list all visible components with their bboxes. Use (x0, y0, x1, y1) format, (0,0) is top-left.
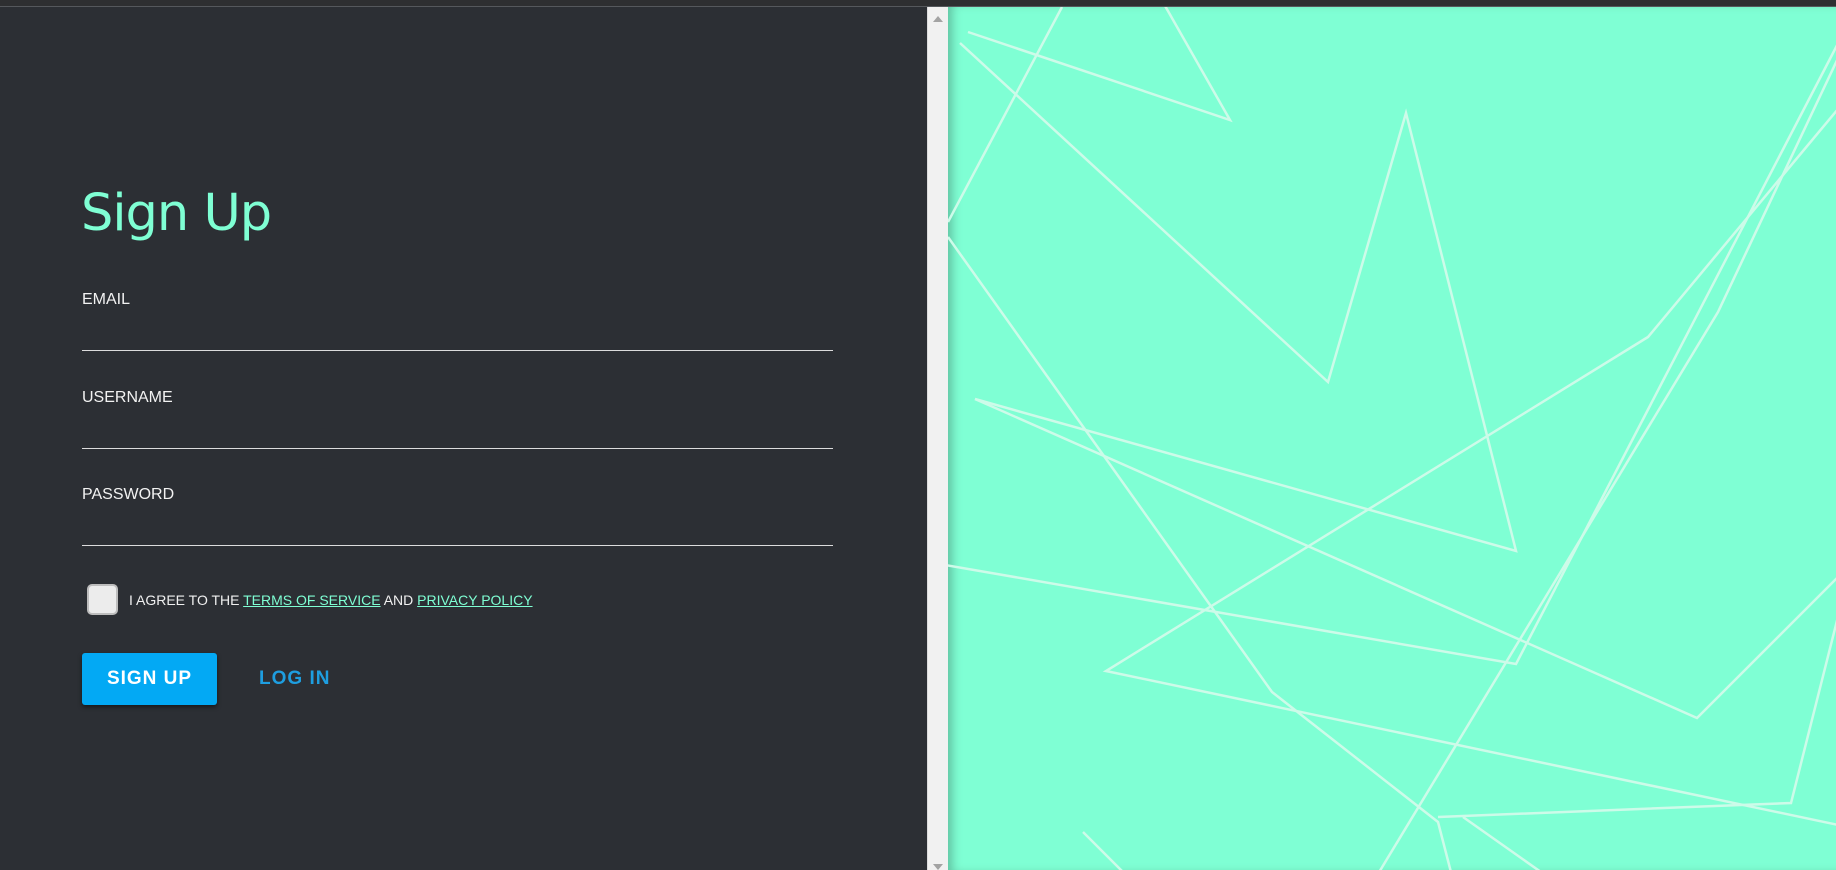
pattern-line (967, 7, 1233, 123)
pattern-line (1378, 59, 1836, 870)
agreement-prefix: I AGREE TO THE (129, 591, 240, 608)
page-title: Sign Up (81, 184, 272, 243)
agreement-text: I AGREE TO THE TERMS OF SERVICE AND PRIV… (129, 592, 533, 608)
vertical-scrollbar[interactable] (927, 7, 948, 870)
pattern-line (1102, 109, 1836, 826)
pattern-line (959, 42, 1518, 553)
pattern-line (1437, 619, 1836, 819)
username-label: USERNAME (82, 389, 173, 406)
pattern-line (948, 236, 1452, 870)
sign-up-button[interactable]: SIGN UP (82, 653, 217, 705)
browser-top-strip (0, 0, 1836, 7)
agree-checkbox[interactable] (87, 584, 118, 615)
decorative-pattern-panel (948, 7, 1836, 870)
privacy-policy-link[interactable]: PRIVACY POLICY (417, 592, 532, 608)
email-field-group: EMAIL (82, 292, 833, 351)
pattern-line (1082, 831, 1123, 870)
email-input[interactable] (82, 320, 833, 351)
username-input[interactable] (82, 418, 833, 449)
scroll-up-arrow-icon[interactable] (933, 16, 943, 22)
password-label: PASSWORD (82, 486, 175, 503)
terms-of-service-link[interactable]: TERMS OF SERVICE (243, 592, 380, 608)
scroll-down-arrow-icon[interactable] (933, 864, 943, 870)
username-field-group: USERNAME (82, 390, 833, 449)
agreement-row: I AGREE TO THE TERMS OF SERVICE AND PRIV… (87, 584, 533, 615)
email-label: EMAIL (82, 291, 131, 308)
log-in-button[interactable]: LOG IN (244, 653, 345, 705)
pattern-line (948, 7, 1064, 223)
password-field-group: PASSWORD (82, 487, 833, 546)
geometric-line-pattern (948, 7, 1836, 870)
pattern-line (974, 397, 1836, 720)
agreement-conjunction: AND (383, 591, 414, 608)
password-input[interactable] (82, 515, 833, 546)
pattern-line (1462, 815, 1541, 870)
